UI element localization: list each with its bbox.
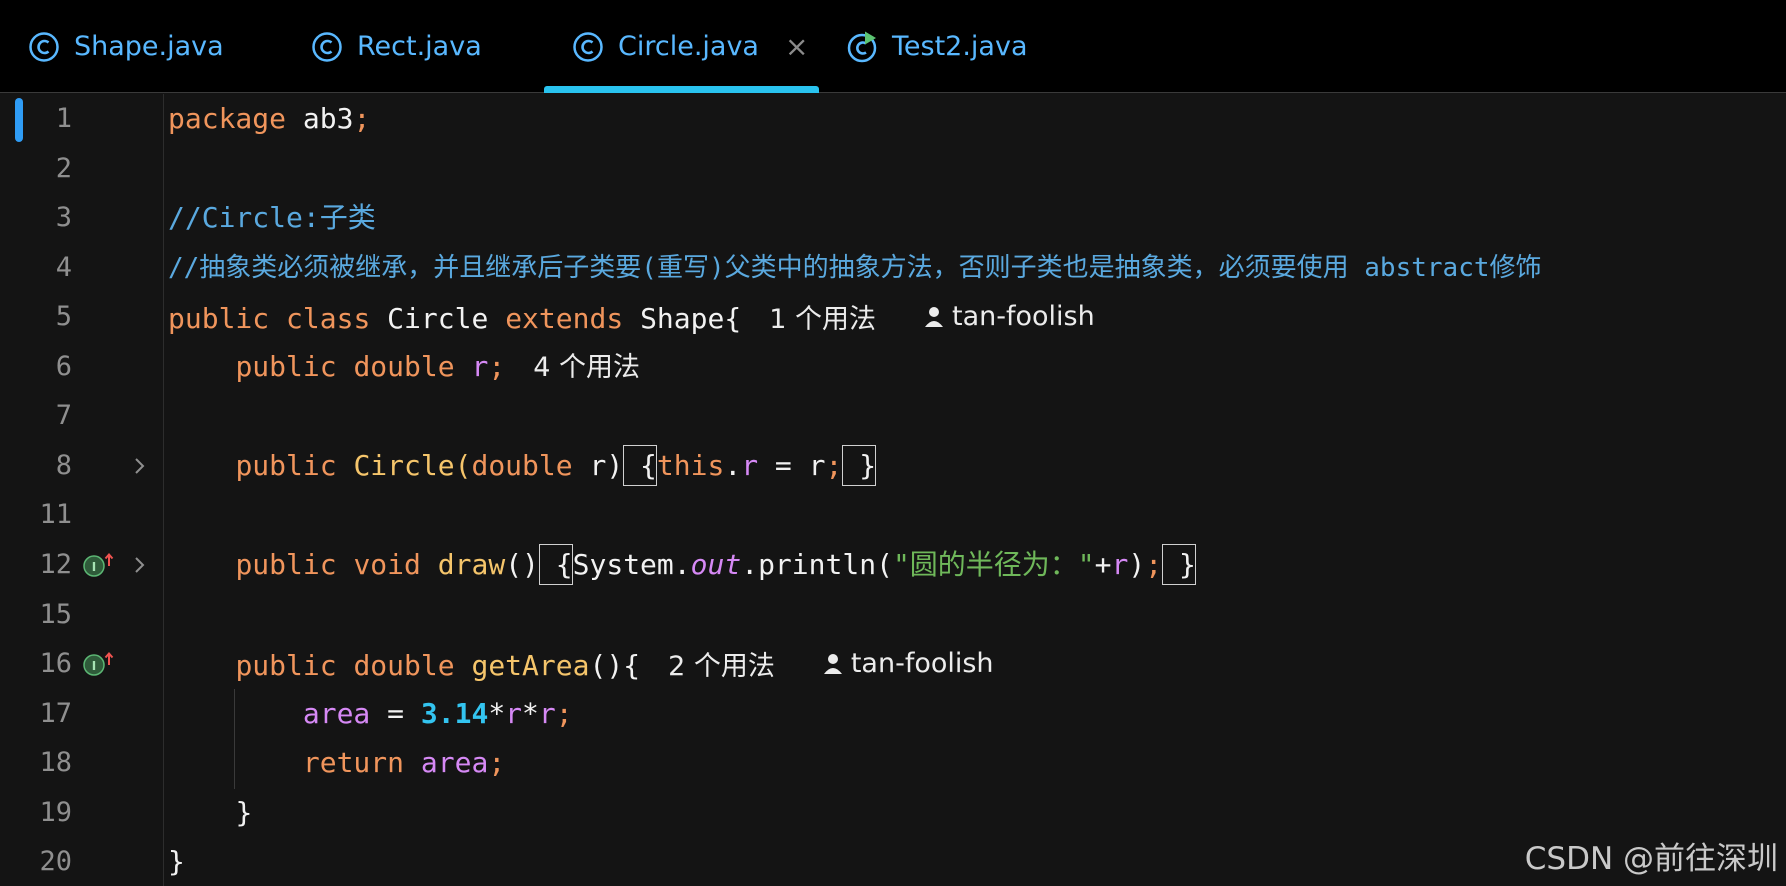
tab-test2-java[interactable]: Test2.java <box>846 0 1028 93</box>
svg-text:I: I <box>92 560 96 574</box>
code-text: public double r; 4 个用法 <box>235 350 640 383</box>
tab-circle-java[interactable]: Circle.java × <box>544 0 819 93</box>
author-hint[interactable]: tan-foolish <box>823 639 994 689</box>
line-number: 6 <box>55 351 72 382</box>
usage-hint[interactable]: 4 个用法 <box>533 352 640 383</box>
close-icon[interactable]: × <box>785 30 808 63</box>
watermark: CSDN @前往深圳 <box>1524 841 1778 877</box>
line-number: 19 <box>39 797 72 828</box>
java-class-icon <box>573 31 603 62</box>
folded-block-brace[interactable]: { <box>623 445 657 486</box>
code-text: } <box>235 796 253 829</box>
code-text: public Circle(double r) {this.r = r; } <box>168 441 877 491</box>
line-number: 11 <box>39 499 72 530</box>
code-line[interactable]: 2 <box>0 144 1786 194</box>
editor-tab-bar: Shape.java Rect.java Circle.java × Test2… <box>0 0 1786 93</box>
code-line[interactable]: 18 return area; <box>0 738 1786 788</box>
code-text: public class Circle extends Shape{1 个用法 t… <box>168 292 1095 345</box>
line-number: 2 <box>55 153 72 184</box>
line-number: 7 <box>55 400 72 431</box>
code-text: public double getArea(){2 个用法 tan-foolish <box>168 639 994 692</box>
code-editor[interactable]: 1 package ab3; 2 3 //Circle:子类 4 //抽象类必须… <box>0 94 1786 886</box>
code-line[interactable]: 3 //Circle:子类 <box>0 193 1786 243</box>
code-line[interactable]: 4 //抽象类必须被继承，并且继承后子类要(重写)父类中的抽象方法，否则子类也是… <box>0 243 1786 293</box>
svg-text:I: I <box>92 659 96 673</box>
code-line[interactable]: 11 <box>0 490 1786 540</box>
line-number: 18 <box>39 747 72 778</box>
code-text: } <box>168 845 185 878</box>
line-number: 17 <box>39 698 72 729</box>
tab-label: Shape.java <box>74 31 224 62</box>
code-line[interactable]: 8 public Circle(double r) {this.r = r; } <box>0 441 1786 491</box>
java-class-icon <box>29 31 59 62</box>
code-line[interactable]: 7 <box>0 391 1786 441</box>
line-number: 3 <box>55 202 72 233</box>
code-line[interactable]: 16 I public double getArea(){2 个用法 tan-fo… <box>0 639 1786 689</box>
user-icon <box>924 307 943 327</box>
line-number: 5 <box>55 301 72 332</box>
folded-block-brace[interactable]: { <box>538 544 573 585</box>
line-number: 16 <box>39 648 72 679</box>
line-number: 4 <box>55 252 72 283</box>
line-number: 8 <box>55 450 72 481</box>
code-line[interactable]: 15 <box>0 590 1786 640</box>
tab-label: Circle.java <box>618 31 759 62</box>
code-line[interactable]: 6 public double r; 4 个用法 <box>0 342 1786 392</box>
line-number: 15 <box>39 599 72 630</box>
usage-hint[interactable]: 1 个用法 <box>769 304 876 335</box>
folded-block-brace[interactable]: } <box>842 445 877 486</box>
code-text: package ab3; <box>168 102 371 135</box>
folded-block-brace[interactable]: } <box>1162 544 1196 585</box>
chevron-right-icon[interactable] <box>130 441 150 491</box>
line-number: 12 <box>39 549 72 580</box>
tab-label: Test2.java <box>892 31 1028 62</box>
user-icon <box>823 654 842 674</box>
tab-rect-java[interactable]: Rect.java <box>311 0 482 93</box>
code-text: public void draw() {System.out.println("… <box>168 540 1196 590</box>
code-line[interactable]: 1 package ab3; <box>0 94 1786 144</box>
implements-override-icon[interactable]: I <box>82 651 116 677</box>
line-number: 1 <box>55 103 72 134</box>
code-text: area = 3.14*r*r; <box>302 697 573 730</box>
code-line[interactable]: 17 area = 3.14*r*r; <box>0 689 1786 739</box>
line-number: 20 <box>39 846 72 877</box>
implements-override-icon[interactable]: I <box>82 552 116 578</box>
code-line[interactable]: 5 public class Circle extends Shape{1 个用… <box>0 292 1786 342</box>
tab-label: Rect.java <box>357 31 482 62</box>
comment-text: //Circle:子类 <box>168 201 376 234</box>
tab-shape-java[interactable]: Shape.java <box>28 0 224 93</box>
java-class-icon <box>312 31 342 62</box>
usage-hint[interactable]: 2 个用法 <box>668 651 775 682</box>
author-hint[interactable]: tan-foolish <box>924 292 1095 342</box>
comment-text: //抽象类必须被继承，并且继承后子类要(重写)父类中的抽象方法，否则子类也是抽象… <box>168 253 1542 283</box>
code-line[interactable]: 12 I public void draw() {System.out.prin… <box>0 540 1786 590</box>
java-class-run-icon <box>847 31 877 62</box>
active-tab-indicator <box>544 86 819 93</box>
code-text: return area; <box>302 746 506 779</box>
code-line[interactable]: 20 } <box>0 837 1786 886</box>
code-line[interactable]: 19 } <box>0 788 1786 838</box>
chevron-right-icon[interactable] <box>130 540 150 590</box>
